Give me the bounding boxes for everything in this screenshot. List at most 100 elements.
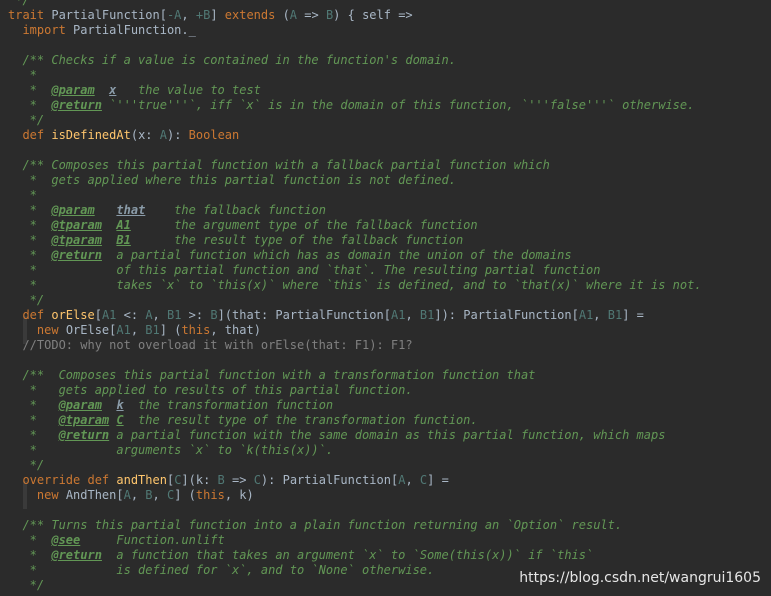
code-token: ] ( bbox=[159, 323, 182, 337]
code-line[interactable]: */ bbox=[8, 293, 44, 308]
code-token: */ bbox=[8, 0, 30, 7]
code-line[interactable]: * is defined for `x`, and to `None` othe… bbox=[8, 563, 435, 578]
code-line[interactable]: import PartialFunction._ bbox=[8, 23, 195, 38]
code-token: k bbox=[116, 398, 124, 412]
code-token: new bbox=[36, 323, 66, 337]
code-line[interactable]: * bbox=[8, 68, 37, 83]
code-token: B bbox=[210, 308, 218, 322]
code-token: @tparam bbox=[51, 218, 102, 232]
code-line[interactable]: * @see Function.unlift bbox=[8, 533, 225, 548]
code-token: andThen bbox=[116, 473, 167, 487]
code-token: ]): PartialFunction[ bbox=[434, 308, 579, 322]
code-token: override def bbox=[22, 473, 117, 487]
code-token: that bbox=[116, 203, 146, 217]
code-token: A bbox=[145, 308, 153, 322]
code-token: , bbox=[130, 323, 146, 337]
code-line[interactable]: * @param that the fallback function bbox=[8, 203, 326, 218]
code-token: ( bbox=[282, 8, 290, 22]
watermark-url: https://blog.csdn.net/wangrui1605 bbox=[519, 570, 761, 586]
code-line[interactable]: * gets applied where this partial functi… bbox=[8, 173, 456, 188]
code-token: * bbox=[8, 413, 59, 427]
code-line[interactable]: new OrElse[A1, B1] (this, that) bbox=[8, 323, 261, 338]
code-token: * gets applied where this partial functi… bbox=[8, 173, 456, 187]
code-token: new bbox=[36, 488, 66, 502]
code-token: * bbox=[8, 428, 59, 442]
code-line[interactable]: * @tparam C the result type of the trans… bbox=[8, 413, 478, 428]
code-line[interactable]: /** Composes this partial function with … bbox=[8, 368, 535, 383]
code-token: A1 bbox=[101, 308, 117, 322]
code-token: B bbox=[217, 473, 225, 487]
code-line[interactable]: * of this partial function and `that`. T… bbox=[8, 263, 601, 278]
code-line[interactable]: * @param x the value to test bbox=[8, 83, 261, 98]
code-token: @param bbox=[51, 83, 95, 97]
code-line[interactable]: * @return a function that takes an argum… bbox=[8, 548, 594, 563]
code-token: B1 bbox=[607, 308, 623, 322]
code-line[interactable]: new AndThen[A, B, C] (this, k) bbox=[8, 488, 254, 503]
code-token: isDefinedAt bbox=[51, 128, 131, 142]
code-token: <: bbox=[116, 308, 146, 322]
code-line[interactable]: */ bbox=[8, 578, 44, 593]
code-line[interactable]: //TODO: why not overload it with orElse(… bbox=[8, 338, 413, 353]
code-token: A1 bbox=[116, 218, 131, 232]
code-line[interactable]: def orElse[A1 <: A, B1 >: B](that: Parti… bbox=[8, 308, 643, 323]
code-token: , bbox=[130, 488, 146, 502]
code-token: B bbox=[145, 488, 153, 502]
code-token: */ bbox=[8, 113, 45, 127]
code-token: ): bbox=[166, 128, 189, 142]
code-line[interactable]: * @param k the transformation function bbox=[8, 398, 333, 413]
code-token: @see bbox=[51, 533, 81, 547]
code-line[interactable]: */ bbox=[8, 458, 44, 473]
code-token: //TODO: why not overload it with orElse(… bbox=[8, 338, 413, 352]
code-line[interactable]: * @return a partial function with the sa… bbox=[8, 428, 666, 443]
code-line[interactable]: /** Composes this partial function with … bbox=[8, 158, 549, 173]
code-token: /** Checks if a value is contained in th… bbox=[8, 53, 456, 67]
code-line[interactable]: /** Checks if a value is contained in th… bbox=[8, 53, 456, 68]
code-line[interactable]: def isDefinedAt(x: A): Boolean bbox=[8, 128, 239, 143]
code-line[interactable]: override def andThen[C](k: B => C): Part… bbox=[8, 473, 448, 488]
code-token: B1 bbox=[419, 308, 435, 322]
code-token: => bbox=[224, 473, 254, 487]
code-token: * bbox=[8, 548, 52, 562]
code-token: the argument type of the fallback functi… bbox=[130, 218, 478, 232]
code-token: * gets applied to results of this partia… bbox=[8, 383, 413, 397]
code-token: ](k: bbox=[181, 473, 218, 487]
code-token: the result type of the fallback function bbox=[130, 233, 464, 247]
code-line[interactable]: * @return `'''true'''`, iff `x` is in th… bbox=[8, 98, 695, 113]
code-token: /** Composes this partial function with … bbox=[8, 368, 536, 382]
code-token: @param bbox=[51, 203, 95, 217]
code-token: ) { self => bbox=[333, 8, 413, 22]
code-line[interactable]: * arguments `x` to `k(this(x))`. bbox=[8, 443, 333, 458]
code-token: -A bbox=[166, 8, 182, 22]
code-token: * bbox=[8, 98, 52, 112]
code-token: the result type of the transformation fu… bbox=[123, 413, 478, 427]
code-line[interactable]: * @return a partial function which has a… bbox=[8, 248, 572, 263]
code-line[interactable]: */ bbox=[8, 0, 30, 8]
code-token: this bbox=[181, 323, 211, 337]
code-line[interactable]: */ bbox=[8, 113, 44, 128]
code-token: a function that takes an argument `x` to… bbox=[101, 548, 594, 562]
code-line[interactable]: * takes `x` to `this(x)` where `this` is… bbox=[8, 278, 702, 293]
code-token: ] bbox=[210, 8, 225, 22]
code-line[interactable]: * bbox=[8, 188, 37, 203]
code-token: , bbox=[405, 473, 420, 487]
code-line[interactable]: trait PartialFunction[-A, +B] extends (A… bbox=[8, 8, 413, 23]
code-token: , k) bbox=[224, 488, 254, 502]
code-line[interactable]: /** Turns this partial function into a p… bbox=[8, 518, 622, 533]
code-token: @tparam bbox=[58, 413, 110, 427]
code-token: A1 bbox=[116, 323, 131, 337]
code-token: orElse bbox=[51, 308, 95, 322]
code-token: a partial function with the same domain … bbox=[109, 428, 666, 442]
code-token: the value to test bbox=[116, 83, 261, 97]
code-token: , that) bbox=[210, 323, 261, 337]
code-editor[interactable]: */trait PartialFunction[-A, +B] extends … bbox=[0, 0, 771, 596]
code-token: * is defined for `x`, and to `None` othe… bbox=[8, 563, 435, 577]
code-line[interactable]: * @tparam A1 the argument type of the fa… bbox=[8, 218, 478, 233]
code-token: , bbox=[152, 308, 167, 322]
code-token: OrElse[ bbox=[65, 323, 117, 337]
code-line[interactable]: * gets applied to results of this partia… bbox=[8, 383, 413, 398]
code-line[interactable]: * @tparam B1 the result type of the fall… bbox=[8, 233, 464, 248]
